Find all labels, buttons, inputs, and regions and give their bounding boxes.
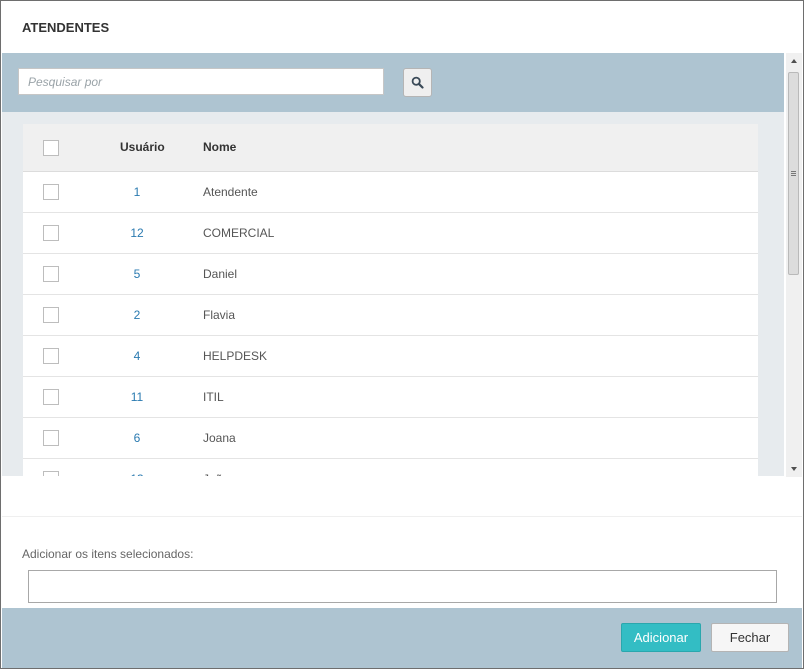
user-name: HELPDESK: [203, 349, 268, 363]
user-name: João: [203, 472, 229, 476]
scroll-up-arrow-icon[interactable]: [786, 53, 802, 69]
row-checkbox[interactable]: [43, 184, 59, 200]
user-id-link[interactable]: 5: [97, 267, 177, 281]
user-name: Joana: [203, 431, 236, 445]
row-checkbox[interactable]: [43, 266, 59, 282]
table-row[interactable]: 13 João: [23, 459, 758, 476]
row-checkbox[interactable]: [43, 307, 59, 323]
row-checkbox[interactable]: [43, 348, 59, 364]
section-divider: [2, 516, 802, 517]
user-id-link[interactable]: 13: [97, 472, 177, 476]
search-button[interactable]: [403, 68, 432, 97]
user-id-link[interactable]: 12: [97, 226, 177, 240]
row-checkbox[interactable]: [43, 430, 59, 446]
user-id-link[interactable]: 6: [97, 431, 177, 445]
table-header: Usuário Nome: [23, 124, 758, 172]
grip-icon: [791, 171, 796, 176]
scroll-down-arrow-icon[interactable]: [786, 461, 802, 477]
row-checkbox[interactable]: [43, 471, 59, 476]
select-all-checkbox[interactable]: [43, 140, 59, 156]
attendants-dialog: ATENDENTES Usuário Nome 1 Atendente 12 COME…: [0, 0, 804, 669]
user-id-link[interactable]: 4: [97, 349, 177, 363]
table-row[interactable]: 4 HELPDESK: [23, 336, 758, 377]
table-row[interactable]: 6 Joana: [23, 418, 758, 459]
search-icon: [411, 76, 424, 89]
dialog-title: ATENDENTES: [22, 20, 110, 35]
column-header-name[interactable]: Nome: [203, 140, 236, 154]
column-header-user[interactable]: Usuário: [120, 140, 165, 154]
table-row[interactable]: 2 Flavia: [23, 295, 758, 336]
vertical-scrollbar[interactable]: [786, 53, 802, 477]
user-id-link[interactable]: 11: [97, 390, 177, 404]
scrollbar-thumb[interactable]: [788, 72, 799, 275]
user-name: ITIL: [203, 390, 224, 404]
attendants-table: Usuário Nome 1 Atendente 12 COMERCIAL 5 Danie…: [23, 124, 758, 476]
list-area: Usuário Nome 1 Atendente 12 COMERCIAL 5 Danie…: [2, 112, 784, 476]
close-button[interactable]: Fechar: [711, 623, 789, 652]
row-checkbox[interactable]: [43, 225, 59, 241]
table-row[interactable]: 12 COMERCIAL: [23, 213, 758, 254]
user-name: Daniel: [203, 267, 238, 281]
user-name: Flavia: [203, 308, 236, 322]
search-bar: [2, 53, 784, 112]
dialog-footer: Adicionar Fechar: [2, 608, 802, 668]
row-checkbox[interactable]: [43, 389, 59, 405]
add-button[interactable]: Adicionar: [621, 623, 701, 652]
selected-items-field[interactable]: [28, 570, 777, 603]
user-id-link[interactable]: 1: [97, 185, 177, 199]
user-name: Atendente: [203, 185, 258, 199]
user-name: COMERCIAL: [203, 226, 275, 240]
search-input[interactable]: [18, 68, 384, 95]
selected-items-label: Adicionar os itens selecionados:: [22, 547, 194, 561]
table-row[interactable]: 11 ITIL: [23, 377, 758, 418]
user-id-link[interactable]: 2: [97, 308, 177, 322]
table-body: 1 Atendente 12 COMERCIAL 5 Daniel 2 Flavia 4 HELP…: [23, 172, 758, 476]
table-row[interactable]: 1 Atendente: [23, 172, 758, 213]
table-row[interactable]: 5 Daniel: [23, 254, 758, 295]
